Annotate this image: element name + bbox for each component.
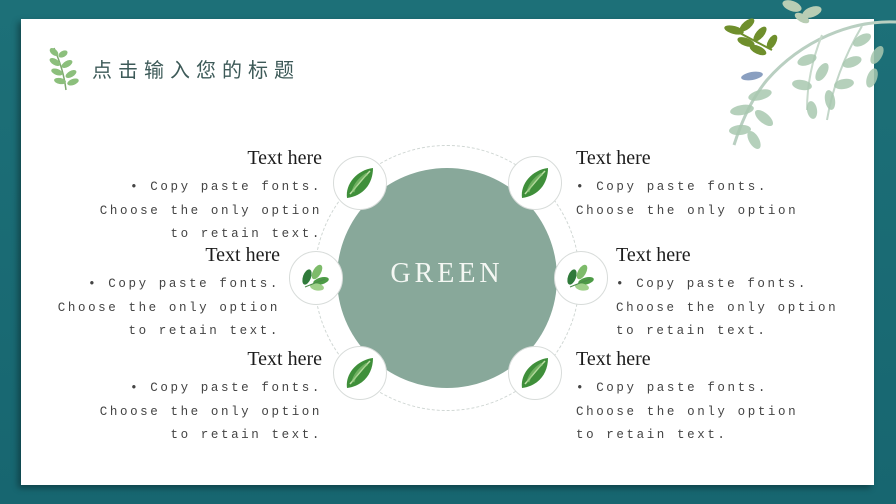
text-block-bottom-left: Text here • Copy paste fonts. Choose the…	[72, 347, 322, 448]
node-middle-left	[289, 251, 343, 305]
block-body[interactable]: • Copy paste fonts. Choose the only opti…	[72, 176, 322, 247]
block-heading[interactable]: Text here	[72, 146, 322, 170]
leaf-icon	[521, 358, 548, 388]
leaf-sprig-icon	[302, 264, 329, 291]
block-body[interactable]: • Copy paste fonts. Choose the only opti…	[30, 273, 280, 344]
block-heading[interactable]: Text here	[616, 243, 846, 267]
node-bottom-right	[508, 346, 562, 400]
block-heading[interactable]: Text here	[30, 243, 280, 267]
text-block-middle-left: Text here • Copy paste fonts. Choose the…	[30, 243, 280, 344]
block-heading[interactable]: Text here	[576, 146, 826, 170]
node-bottom-left	[333, 346, 387, 400]
leaf-sprig-icon	[567, 264, 594, 291]
block-heading[interactable]: Text here	[576, 347, 826, 371]
node-middle-right	[554, 251, 608, 305]
block-heading[interactable]: Text here	[72, 347, 322, 371]
node-top-left	[333, 156, 387, 210]
node-top-right	[508, 156, 562, 210]
block-body[interactable]: • Copy paste fonts. Choose the only opti…	[576, 377, 826, 448]
text-block-bottom-right: Text here • Copy paste fonts. Choose the…	[576, 347, 826, 448]
text-block-middle-right: Text here • Copy paste fonts. Choose the…	[616, 243, 846, 344]
center-label[interactable]: GREEN	[337, 258, 557, 290]
block-body[interactable]: • Copy paste fonts. Choose the only opti…	[616, 273, 846, 344]
text-block-top-left: Text here • Copy paste fonts. Choose the…	[72, 146, 322, 247]
block-body[interactable]: • Copy paste fonts. Choose the only opti…	[72, 377, 322, 448]
leaf-icon	[346, 358, 373, 388]
leaf-icon	[346, 168, 373, 198]
text-block-top-right: Text here • Copy paste fonts. Choose the…	[576, 146, 826, 223]
block-body[interactable]: • Copy paste fonts. Choose the only opti…	[576, 176, 826, 223]
leaf-icon	[521, 168, 548, 198]
